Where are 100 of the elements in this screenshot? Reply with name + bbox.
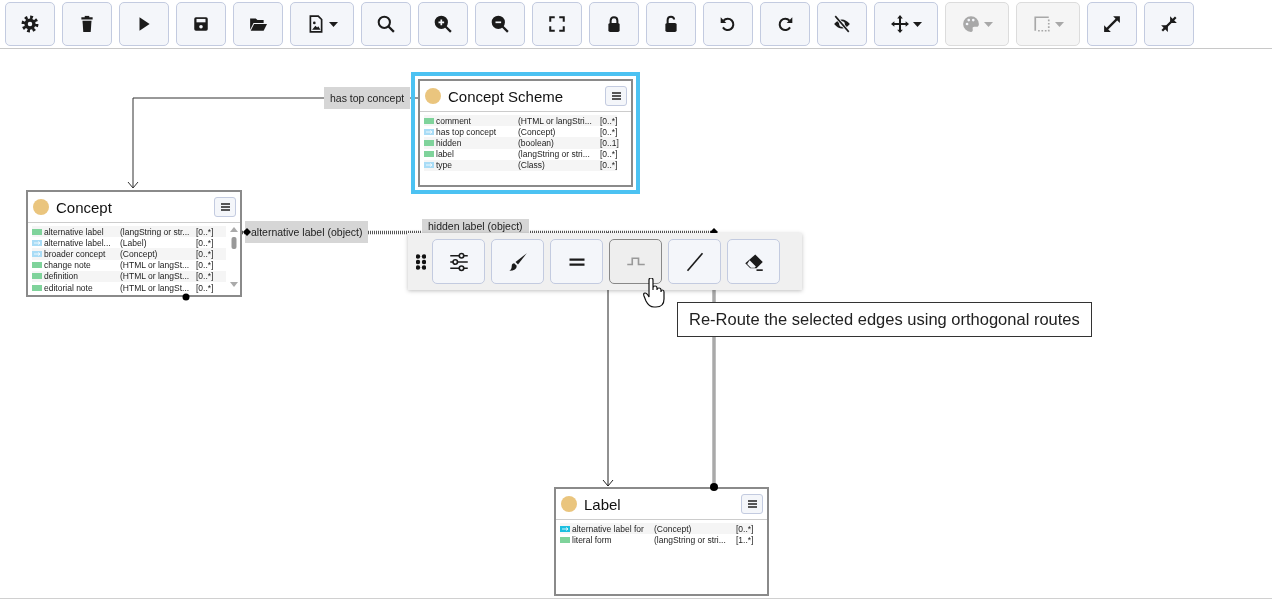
class-circle-icon (561, 496, 577, 512)
caret-icon (328, 21, 338, 27)
arrow-tag-icon (424, 128, 434, 135)
property-name: hidden (436, 137, 463, 148)
undo-button[interactable] (703, 2, 753, 46)
dot-handle[interactable] (182, 293, 190, 301)
fit-button[interactable] (532, 2, 582, 46)
properties-button[interactable] (432, 239, 485, 284)
arrow-tag-icon (32, 250, 42, 257)
zoom-in-button[interactable] (418, 2, 468, 46)
fullscreen-icon (548, 15, 566, 33)
property-cardinality: [1..*] (736, 534, 754, 545)
property-row[interactable]: literal form (langString or stri... [1..*] (560, 534, 753, 546)
property-row[interactable]: editorial note (HTML or langSt... [0..*] (32, 281, 226, 294)
zoom-out-button[interactable] (475, 2, 525, 46)
edge-label[interactable]: alternative label (object) (245, 221, 369, 243)
property-type: (langString or str... (120, 226, 191, 237)
folder-icon (249, 15, 267, 33)
brush-icon (507, 251, 528, 272)
property-name: alternative label (44, 226, 105, 237)
orthogonal-button[interactable] (609, 239, 662, 284)
node-title: Concept Scheme (448, 87, 565, 105)
arrow-tag-icon (560, 525, 570, 532)
delete-button[interactable] (62, 2, 112, 46)
property-row[interactable]: label (langString or stri... [0..*] (424, 148, 617, 160)
property-row[interactable]: alternative label for (Concept) [0..*] (560, 523, 753, 535)
property-type: (Class) (518, 160, 546, 171)
property-name: label (436, 149, 455, 160)
erase-button[interactable] (727, 239, 780, 284)
property-row[interactable]: definition (HTML or langSt... [0..*] (32, 270, 226, 282)
open-button[interactable] (233, 2, 283, 46)
property-type: (boolean) (518, 137, 555, 148)
property-cardinality: [0..*] (600, 115, 618, 126)
property-row[interactable]: has top concept (Concept) [0..*] (424, 126, 617, 138)
run-button[interactable] (119, 2, 169, 46)
diagonal-line-icon (684, 251, 705, 272)
property-row[interactable]: type (Class) [0..*] (424, 159, 617, 171)
menu-icon (747, 500, 757, 508)
property-cardinality: [0..*] (196, 282, 215, 293)
node-menu-button[interactable] (605, 86, 627, 106)
property-cardinality: [0..*] (196, 237, 215, 248)
class-node[interactable]: Concept Scheme comment (HTML or langStri... [0..*] has top concept (Concept) [0..*] hidden (boolean) [0..1] label (langString or stri... [0..*] type (Class) [0..*] (411, 72, 640, 194)
property-type: (Concept) (654, 523, 693, 534)
property-row[interactable]: broader concept (Concept) [0..*] (32, 248, 226, 260)
diamond-handle[interactable] (243, 228, 251, 236)
property-name: change note (44, 260, 92, 271)
property-cardinality: [0..1] (600, 137, 619, 148)
style-button[interactable] (491, 239, 544, 284)
property-cardinality: [0..*] (196, 271, 215, 282)
caret-icon (912, 21, 922, 27)
move-button[interactable] (874, 2, 938, 46)
literal-icon (424, 117, 434, 124)
lock-icon (605, 15, 623, 33)
property-cardinality: [0..*] (600, 126, 618, 137)
property-name: literal form (572, 534, 613, 545)
property-type: (Concept) (120, 248, 159, 259)
grip-icon[interactable] (416, 253, 426, 270)
settings-button[interactable] (5, 2, 55, 46)
search-button[interactable] (361, 2, 411, 46)
edge-label[interactable]: has top concept (324, 87, 411, 109)
hand-cursor-icon (643, 278, 665, 308)
hide-button[interactable] (817, 2, 867, 46)
property-cardinality: [0..*] (196, 260, 215, 271)
edge-label[interactable]: hidden label (object) (422, 219, 529, 233)
property-row[interactable]: alternative label (langString or str... [0..*] (32, 226, 226, 238)
compress-icon (1160, 15, 1178, 33)
unlock-button[interactable] (646, 2, 696, 46)
caret-icon (1054, 21, 1064, 27)
collapse-button[interactable] (1144, 2, 1194, 46)
equal-button[interactable] (550, 239, 603, 284)
dot-handle[interactable] (710, 483, 718, 491)
property-cardinality: [0..*] (600, 149, 618, 160)
node-menu-button[interactable] (741, 494, 763, 514)
property-row[interactable]: comment (HTML or langStri... [0..*] (424, 115, 617, 127)
redo-button[interactable] (760, 2, 810, 46)
property-cardinality: [0..*] (736, 523, 754, 534)
property-type: (HTML or langSt... (120, 271, 191, 282)
scrollbar[interactable] (230, 226, 238, 288)
redo-icon (776, 15, 794, 33)
export-image-button[interactable] (290, 2, 354, 46)
property-name: alternative label for (572, 523, 645, 534)
save-button[interactable] (176, 2, 226, 46)
menu-icon (611, 92, 621, 100)
undo-icon (719, 15, 737, 33)
zoom-in-icon (434, 15, 452, 33)
expand-button[interactable] (1087, 2, 1137, 46)
property-type: (HTML or langSt... (120, 260, 191, 271)
property-row[interactable]: change note (HTML or langSt... [0..*] (32, 259, 226, 271)
property-row[interactable]: alternative label... (Label) [0..*] (32, 237, 226, 249)
move-icon (890, 15, 909, 33)
menu-icon (220, 203, 230, 211)
node-menu-button[interactable] (214, 197, 236, 217)
save-icon (192, 15, 210, 33)
property-row[interactable]: hidden (boolean) [0..1] (424, 137, 617, 149)
literal-icon (560, 536, 570, 543)
property-name: comment (436, 115, 472, 126)
zoom-out-icon (491, 15, 509, 33)
lock-button[interactable] (589, 2, 639, 46)
eye-slash-icon (833, 15, 851, 33)
property-type: (Label) (120, 237, 148, 248)
